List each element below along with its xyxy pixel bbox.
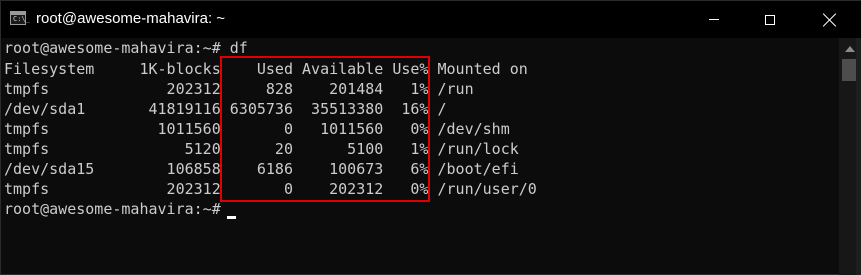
terminal-output[interactable]: root@awesome-mahavira:~# df Filesystem 1… (1, 38, 839, 275)
terminal-icon-glyph: C:\_ (13, 15, 30, 23)
text-cursor (227, 216, 236, 219)
close-button[interactable] (807, 1, 853, 38)
close-icon (823, 13, 837, 27)
prompt-line-current: root@awesome-mahavira:~# (4, 200, 230, 218)
title-bar[interactable]: C:\_ root@awesome-mahavira: ~ (1, 1, 861, 38)
maximize-icon (765, 14, 775, 25)
scroll-up-arrow-icon[interactable] (845, 46, 855, 52)
minimize-icon (709, 19, 719, 20)
minimize-button[interactable] (691, 1, 737, 38)
window-edge (856, 38, 861, 275)
prompt-line: root@awesome-mahavira:~# df (4, 39, 248, 57)
window-title: root@awesome-mahavira: ~ (36, 10, 226, 27)
terminal-window: C:\_ root@awesome-mahavira: ~ root@aweso… (0, 0, 861, 275)
maximize-button[interactable] (747, 1, 793, 38)
terminal-icon: C:\_ (10, 11, 30, 25)
highlight-annotation-box (220, 56, 430, 202)
